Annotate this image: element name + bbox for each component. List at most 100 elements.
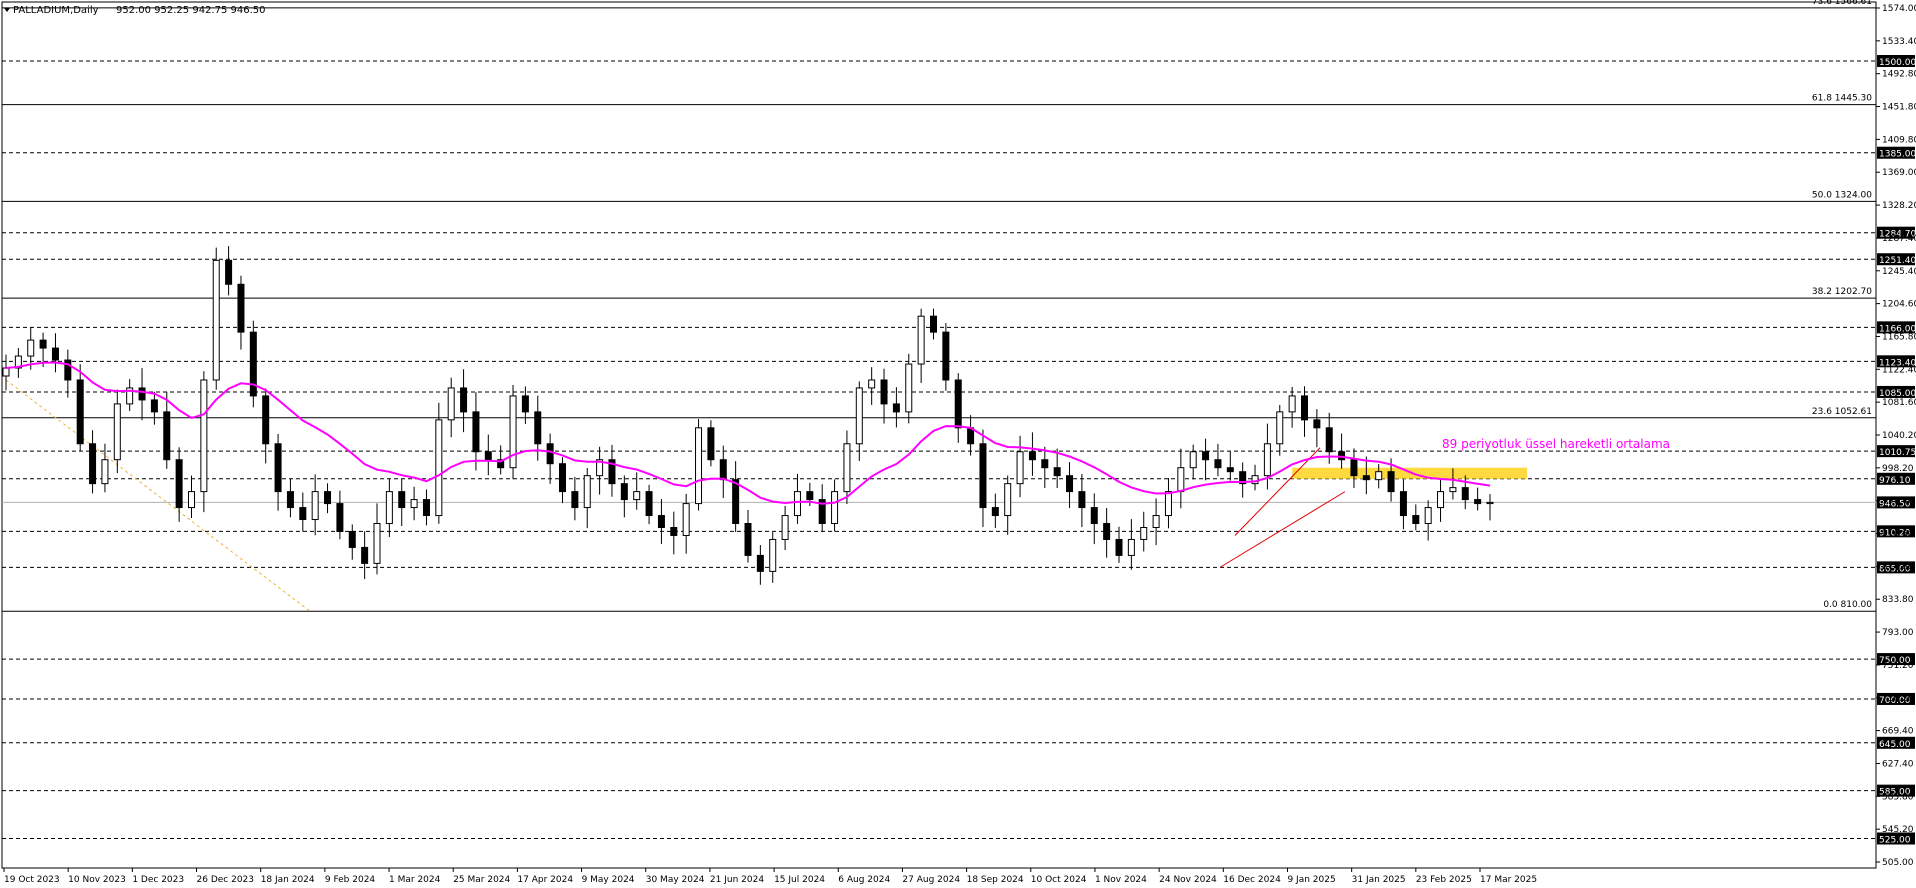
fib-label: 61.8 1445.30 — [1812, 94, 1872, 104]
time-tick-label: 1 Mar 2024 — [389, 875, 441, 885]
price-tick-label: 1245.40 — [1882, 267, 1916, 277]
price-tick-label: 751.20 — [1882, 661, 1914, 671]
candle-body — [348, 530, 356, 548]
candle-body — [1016, 451, 1024, 485]
candle-body — [583, 475, 591, 509]
time-tick-label: 10 Nov 2023 — [68, 875, 126, 885]
candle-body — [422, 499, 430, 517]
candle-body — [336, 503, 344, 532]
price-tick-label: 1409.80 — [1882, 135, 1916, 145]
candle-body — [942, 331, 950, 381]
candle-body — [484, 451, 492, 461]
candle-body — [410, 499, 418, 509]
fib-label: 50.0 1324.00 — [1812, 190, 1872, 200]
candle-body — [472, 411, 480, 453]
candle-body — [546, 443, 554, 465]
candle-body — [806, 491, 814, 501]
time-tick-label: 21 Jun 2024 — [710, 875, 764, 885]
time-tick-label: 17 Mar 2025 — [1480, 875, 1537, 885]
candle-body — [1066, 475, 1074, 493]
candle-body — [781, 515, 789, 540]
candle-body — [1474, 499, 1482, 505]
candle-body — [645, 491, 653, 517]
time-tick-label: 10 Oct 2024 — [1031, 875, 1087, 885]
candle-body — [1164, 491, 1172, 517]
time-tick-label: 15 Jul 2024 — [774, 875, 825, 885]
level-label: 645.00 — [1879, 740, 1911, 750]
fib-label: 23.6 1052.61 — [1812, 407, 1872, 417]
candle-body — [150, 399, 158, 413]
candle-body — [200, 379, 208, 493]
candle-body — [212, 259, 220, 381]
price-tick-label: 874.60 — [1882, 562, 1914, 572]
candle-body — [1053, 467, 1061, 477]
candle-body — [1387, 471, 1395, 493]
candle-body — [1449, 487, 1457, 493]
fib-label: 73.6 1566.61 — [1812, 0, 1872, 7]
candle-body — [843, 443, 851, 493]
candle-body — [1325, 427, 1333, 453]
candle-body — [1424, 507, 1432, 525]
chart-header: PALLADIUM,Daily 952.00 952.25 942.75 946… — [4, 5, 266, 16]
candle-body — [979, 443, 987, 509]
candle-body — [1078, 491, 1086, 509]
price-tick-label: 710.20 — [1882, 694, 1914, 704]
time-tick-label: 27 Aug 2024 — [902, 875, 960, 885]
candle-body — [1152, 515, 1160, 529]
candle-body — [793, 491, 801, 517]
time-tick-label: 25 Mar 2024 — [453, 875, 510, 885]
candle-body — [1202, 451, 1210, 461]
candle-body — [521, 395, 529, 413]
candle-body — [385, 491, 393, 525]
candle-body — [695, 427, 703, 505]
candle-body — [324, 491, 332, 505]
candle-body — [1301, 395, 1308, 421]
candle-body — [1362, 475, 1370, 481]
candle-body — [917, 315, 925, 365]
time-tick-label: 19 Oct 2023 — [4, 875, 60, 885]
candle-body — [534, 411, 542, 445]
candle-body — [1177, 467, 1185, 493]
price-tick-label: 833.80 — [1882, 595, 1914, 605]
candle-body — [1276, 411, 1284, 445]
time-tick-label: 6 Aug 2024 — [838, 875, 890, 885]
candle-body — [299, 507, 307, 521]
time-tick-label: 9 May 2024 — [582, 875, 635, 885]
candle-body — [670, 527, 678, 536]
candle-body — [744, 523, 752, 556]
candle-body — [1412, 515, 1420, 525]
candle-body — [1226, 467, 1234, 473]
candle-body — [311, 491, 319, 521]
candle-body — [138, 387, 146, 401]
candle-body — [682, 503, 690, 536]
candle-body — [719, 459, 727, 481]
time-tick-label: 1 Nov 2024 — [1095, 875, 1147, 885]
candle-body — [657, 515, 665, 529]
candle-body — [398, 491, 406, 509]
candle-body — [1461, 487, 1469, 501]
candle-body — [1103, 523, 1111, 540]
level-label: 1251.40 — [1879, 256, 1916, 266]
ohlc-label: 952.00 952.25 942.75 946.50 — [116, 5, 266, 16]
candle-body — [274, 443, 282, 493]
candle-body — [880, 379, 888, 405]
candle-body — [1437, 491, 1445, 509]
time-tick-label: 31 Jan 2025 — [1352, 875, 1406, 885]
candle-body — [1140, 527, 1148, 540]
price-tick-label: 1492.80 — [1882, 70, 1916, 80]
candle-body — [39, 339, 47, 349]
time-tick-label: 9 Jan 2025 — [1287, 875, 1335, 885]
candle-body — [1127, 538, 1135, 556]
candle-body — [756, 554, 764, 572]
candle-body — [286, 491, 294, 509]
time-tick-label: 30 May 2024 — [646, 875, 705, 885]
candle-body — [89, 443, 97, 485]
price-tick-label: 916.60 — [1882, 530, 1914, 540]
level-label: 1385.00 — [1879, 150, 1916, 160]
price-tick-label: 1533.40 — [1882, 37, 1916, 47]
candle-body — [930, 315, 937, 333]
price-tick-label: 1369.00 — [1882, 168, 1916, 178]
candle-body — [447, 387, 455, 421]
price-tick-label: 505.00 — [1882, 858, 1914, 868]
time-tick-label: 24 Nov 2024 — [1159, 875, 1217, 885]
